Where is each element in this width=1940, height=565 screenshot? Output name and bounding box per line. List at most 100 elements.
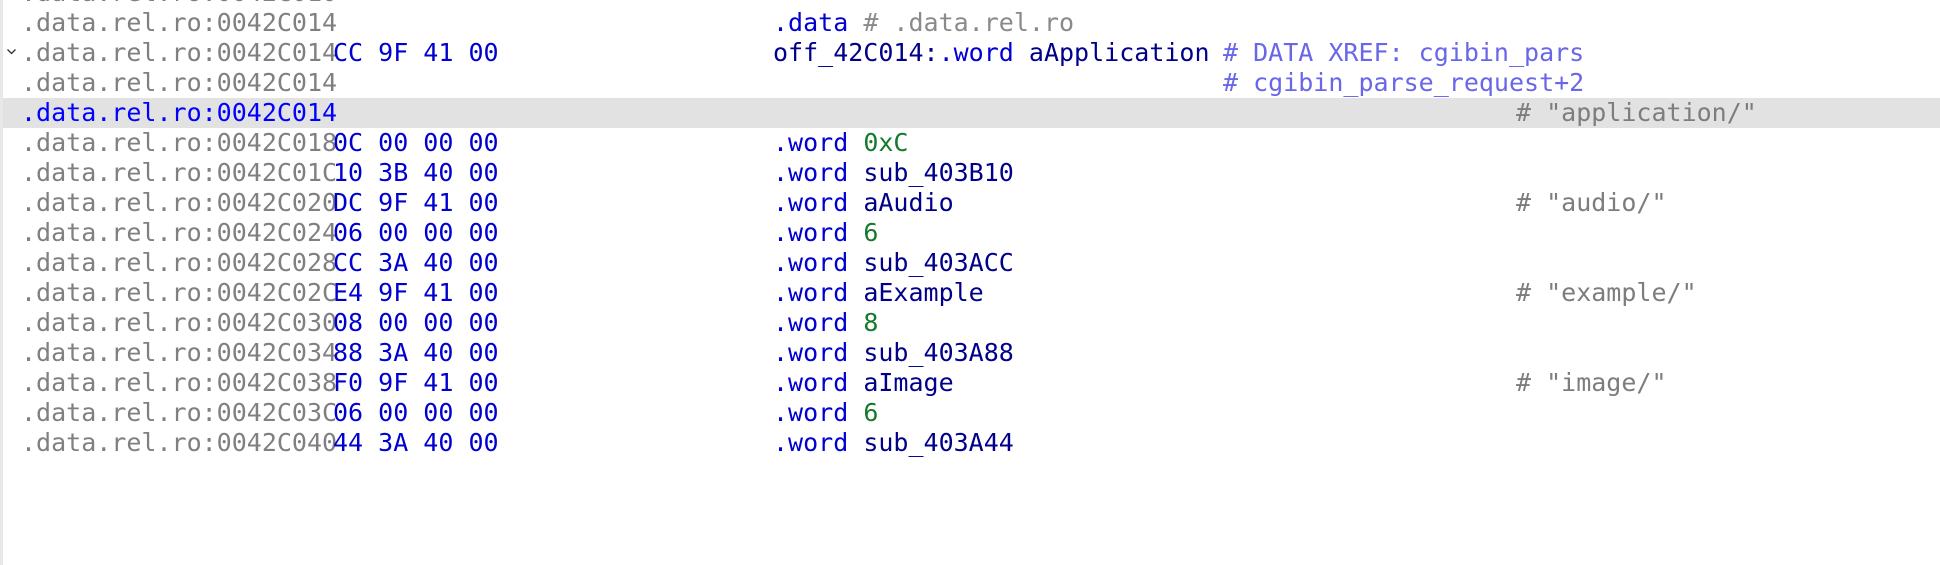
- row-hex-bytes: 88 3A 40 00: [333, 338, 499, 367]
- row-gutter: [3, 248, 19, 278]
- row-operand[interactable]: aAudio: [863, 188, 953, 217]
- row-instruction[interactable]: .word sub_403A44: [773, 428, 1014, 458]
- row-instruction[interactable]: .word aExample: [773, 278, 984, 308]
- disassembly-row[interactable]: .data.rel.ro:0042C018 0C 00 00 00 .word 0x…: [3, 128, 1940, 158]
- row-address: .data.rel.ro:0042C014: [21, 38, 338, 67]
- disassembly-row[interactable]: .data.rel.ro:0042C014 CC 9F 41 00 off_42C0…: [3, 38, 1940, 68]
- row-directive: .word: [773, 398, 849, 427]
- row-address: .data.rel.ro:0042C030: [21, 308, 338, 337]
- row-hex-bytes: E4 9F 41 00: [333, 278, 499, 307]
- row-gutter: [3, 188, 19, 218]
- disassembly-row[interactable]: .data.rel.ro:0042C034 88 3A 40 00 .word su…: [3, 338, 1940, 368]
- row-directive: .word: [773, 308, 849, 337]
- disassembly-row[interactable]: .data.rel.ro:0042C014 # cgibin_parse_requ…: [3, 68, 1940, 98]
- row-directive: .word: [773, 248, 849, 277]
- row-address: .data.rel.ro:0042C040: [21, 428, 338, 457]
- row-address: .data.rel.ro:0042C01C: [21, 158, 338, 187]
- row-instruction[interactable]: .word sub_403B10: [773, 158, 1014, 188]
- row-xref-comment[interactable]: # DATA XREF: cgibin_pars: [1223, 38, 1584, 68]
- row-instruction[interactable]: .word 6: [773, 218, 878, 248]
- disassembly-row[interactable]: .data.rel.ro:0042C03C 06 00 00 00 .word 6: [3, 398, 1940, 428]
- row-operand[interactable]: 6: [863, 218, 878, 247]
- row-instruction[interactable]: .word sub_403A88: [773, 338, 1014, 368]
- row-hex-bytes: 06 00 00 00: [333, 398, 499, 427]
- row-gutter: [3, 428, 19, 458]
- disassembly-row[interactable]: .data.rel.ro:0042C014 .data # .data.rel.r…: [3, 8, 1940, 38]
- disassembly-row[interactable]: .data.rel.ro:0042C028 CC 3A 40 00 .word su…: [3, 248, 1940, 278]
- row-operand[interactable]: aApplication: [1029, 38, 1210, 67]
- disassembly-row[interactable]: .data.rel.ro:0042C038 F0 9F 41 00 .word aI…: [3, 368, 1940, 398]
- row-address: .data.rel.ro:0042C020: [21, 188, 338, 217]
- row-directive: .word: [773, 368, 849, 397]
- row-address: .data.rel.ro:0042C038: [21, 368, 338, 397]
- row-hex-bytes: 10 3B 40 00: [333, 158, 499, 187]
- row-hex-bytes: 06 00 00 00: [333, 218, 499, 247]
- disassembly-row[interactable]: .data.rel.ro:0042C040 44 3A 40 00 .word su…: [3, 428, 1940, 458]
- row-gutter: [3, 158, 19, 188]
- row-operand[interactable]: sub_403A88: [863, 338, 1014, 367]
- row-operand[interactable]: 6: [863, 398, 878, 427]
- row-operand[interactable]: sub_403A44: [863, 428, 1014, 457]
- chevron-down-icon[interactable]: [6, 46, 17, 57]
- row-directive: .word: [938, 38, 1014, 67]
- row-gutter: [3, 308, 19, 338]
- row-directive: .word: [773, 278, 849, 307]
- row-string-comment: # "example/": [1516, 278, 1697, 307]
- row-directive: .word: [773, 218, 849, 247]
- row-instruction[interactable]: .word 6: [773, 398, 878, 428]
- row-hex-bytes: 44 3A 40 00: [333, 428, 499, 457]
- disassembly-listing[interactable]: .data.rel.ro:0042C010.data.rel.ro:0042C0…: [3, 0, 1940, 458]
- row-label[interactable]: off_42C014:: [773, 38, 939, 67]
- row-string-comment: # "application/": [1516, 98, 1757, 127]
- row-address: .data.rel.ro:0042C014: [21, 98, 338, 127]
- row-instruction[interactable]: off_42C014:.word aApplication: [773, 38, 1210, 68]
- row-address: .data.rel.ro:0042C014: [21, 8, 338, 37]
- row-address: .data.rel.ro:0042C028: [21, 248, 338, 277]
- disassembly-row[interactable]: .data.rel.ro:0042C024 06 00 00 00 .word 6: [3, 218, 1940, 248]
- row-gutter: [3, 128, 19, 158]
- row-gutter: [3, 8, 19, 38]
- row-hex-bytes: 08 00 00 00: [333, 308, 499, 337]
- row-gutter: [3, 98, 19, 128]
- row-instruction[interactable]: .word 0xC: [773, 128, 908, 158]
- row-instruction[interactable]: .word aAudio: [773, 188, 954, 218]
- row-gutter[interactable]: [3, 38, 19, 68]
- row-hex-bytes: CC 9F 41 00: [333, 38, 499, 67]
- row-operand[interactable]: 0xC: [863, 128, 908, 157]
- row-gutter: [3, 398, 19, 428]
- row-hex-bytes: CC 3A 40 00: [333, 248, 499, 277]
- disassembly-row[interactable]: .data.rel.ro:0042C01C 10 3B 40 00 .word su…: [3, 158, 1940, 188]
- row-operand[interactable]: sub_403ACC: [863, 248, 1014, 277]
- disassembly-row[interactable]: .data.rel.ro:0042C030 08 00 00 00 .word 8: [3, 308, 1940, 338]
- row-address: .data.rel.ro:0042C010: [21, 0, 337, 8]
- row-gutter: [3, 338, 19, 368]
- row-instruction[interactable]: .data # .data.rel.ro: [773, 8, 1074, 38]
- row-hex-bytes: F0 9F 41 00: [333, 368, 499, 397]
- disassembly-row[interactable]: .data.rel.ro:0042C010: [3, 0, 1940, 8]
- row-instruction[interactable]: .word 8: [773, 308, 878, 338]
- row-directive: .word: [773, 128, 849, 157]
- row-address: .data.rel.ro:0042C02C: [21, 278, 338, 307]
- row-address: .data.rel.ro:0042C024: [21, 218, 338, 247]
- row-directive: .word: [773, 338, 849, 367]
- row-string-comment: # "audio/": [1516, 188, 1667, 217]
- row-operand[interactable]: aImage: [863, 368, 953, 397]
- disassembly-row[interactable]: .data.rel.ro:0042C02C E4 9F 41 00 .word aE…: [3, 278, 1940, 308]
- row-gutter: [3, 0, 19, 8]
- row-directive: .word: [773, 428, 849, 457]
- disassembly-row[interactable]: .data.rel.ro:0042C020 DC 9F 41 00 .word aA…: [3, 188, 1940, 218]
- row-instruction[interactable]: .word sub_403ACC: [773, 248, 1014, 278]
- row-operand[interactable]: 8: [863, 308, 878, 337]
- row-operand[interactable]: aExample: [863, 278, 983, 307]
- disassembly-row[interactable]: .data.rel.ro:0042C014 # "application/": [3, 98, 1940, 128]
- row-gutter: [3, 218, 19, 248]
- row-address: .data.rel.ro:0042C014: [21, 68, 338, 97]
- row-segment-comment: # .data.rel.ro: [863, 8, 1075, 37]
- row-operand[interactable]: sub_403B10: [863, 158, 1014, 187]
- row-instruction[interactable]: .word aImage: [773, 368, 954, 398]
- row-xref-comment[interactable]: # cgibin_parse_request+2: [1223, 68, 1584, 98]
- row-address: .data.rel.ro:0042C03C: [21, 398, 338, 427]
- row-gutter: [3, 278, 19, 308]
- row-string-comment: # "image/": [1516, 368, 1667, 397]
- disassembly-viewport[interactable]: .data.rel.ro:0042C010.data.rel.ro:0042C0…: [0, 0, 1940, 565]
